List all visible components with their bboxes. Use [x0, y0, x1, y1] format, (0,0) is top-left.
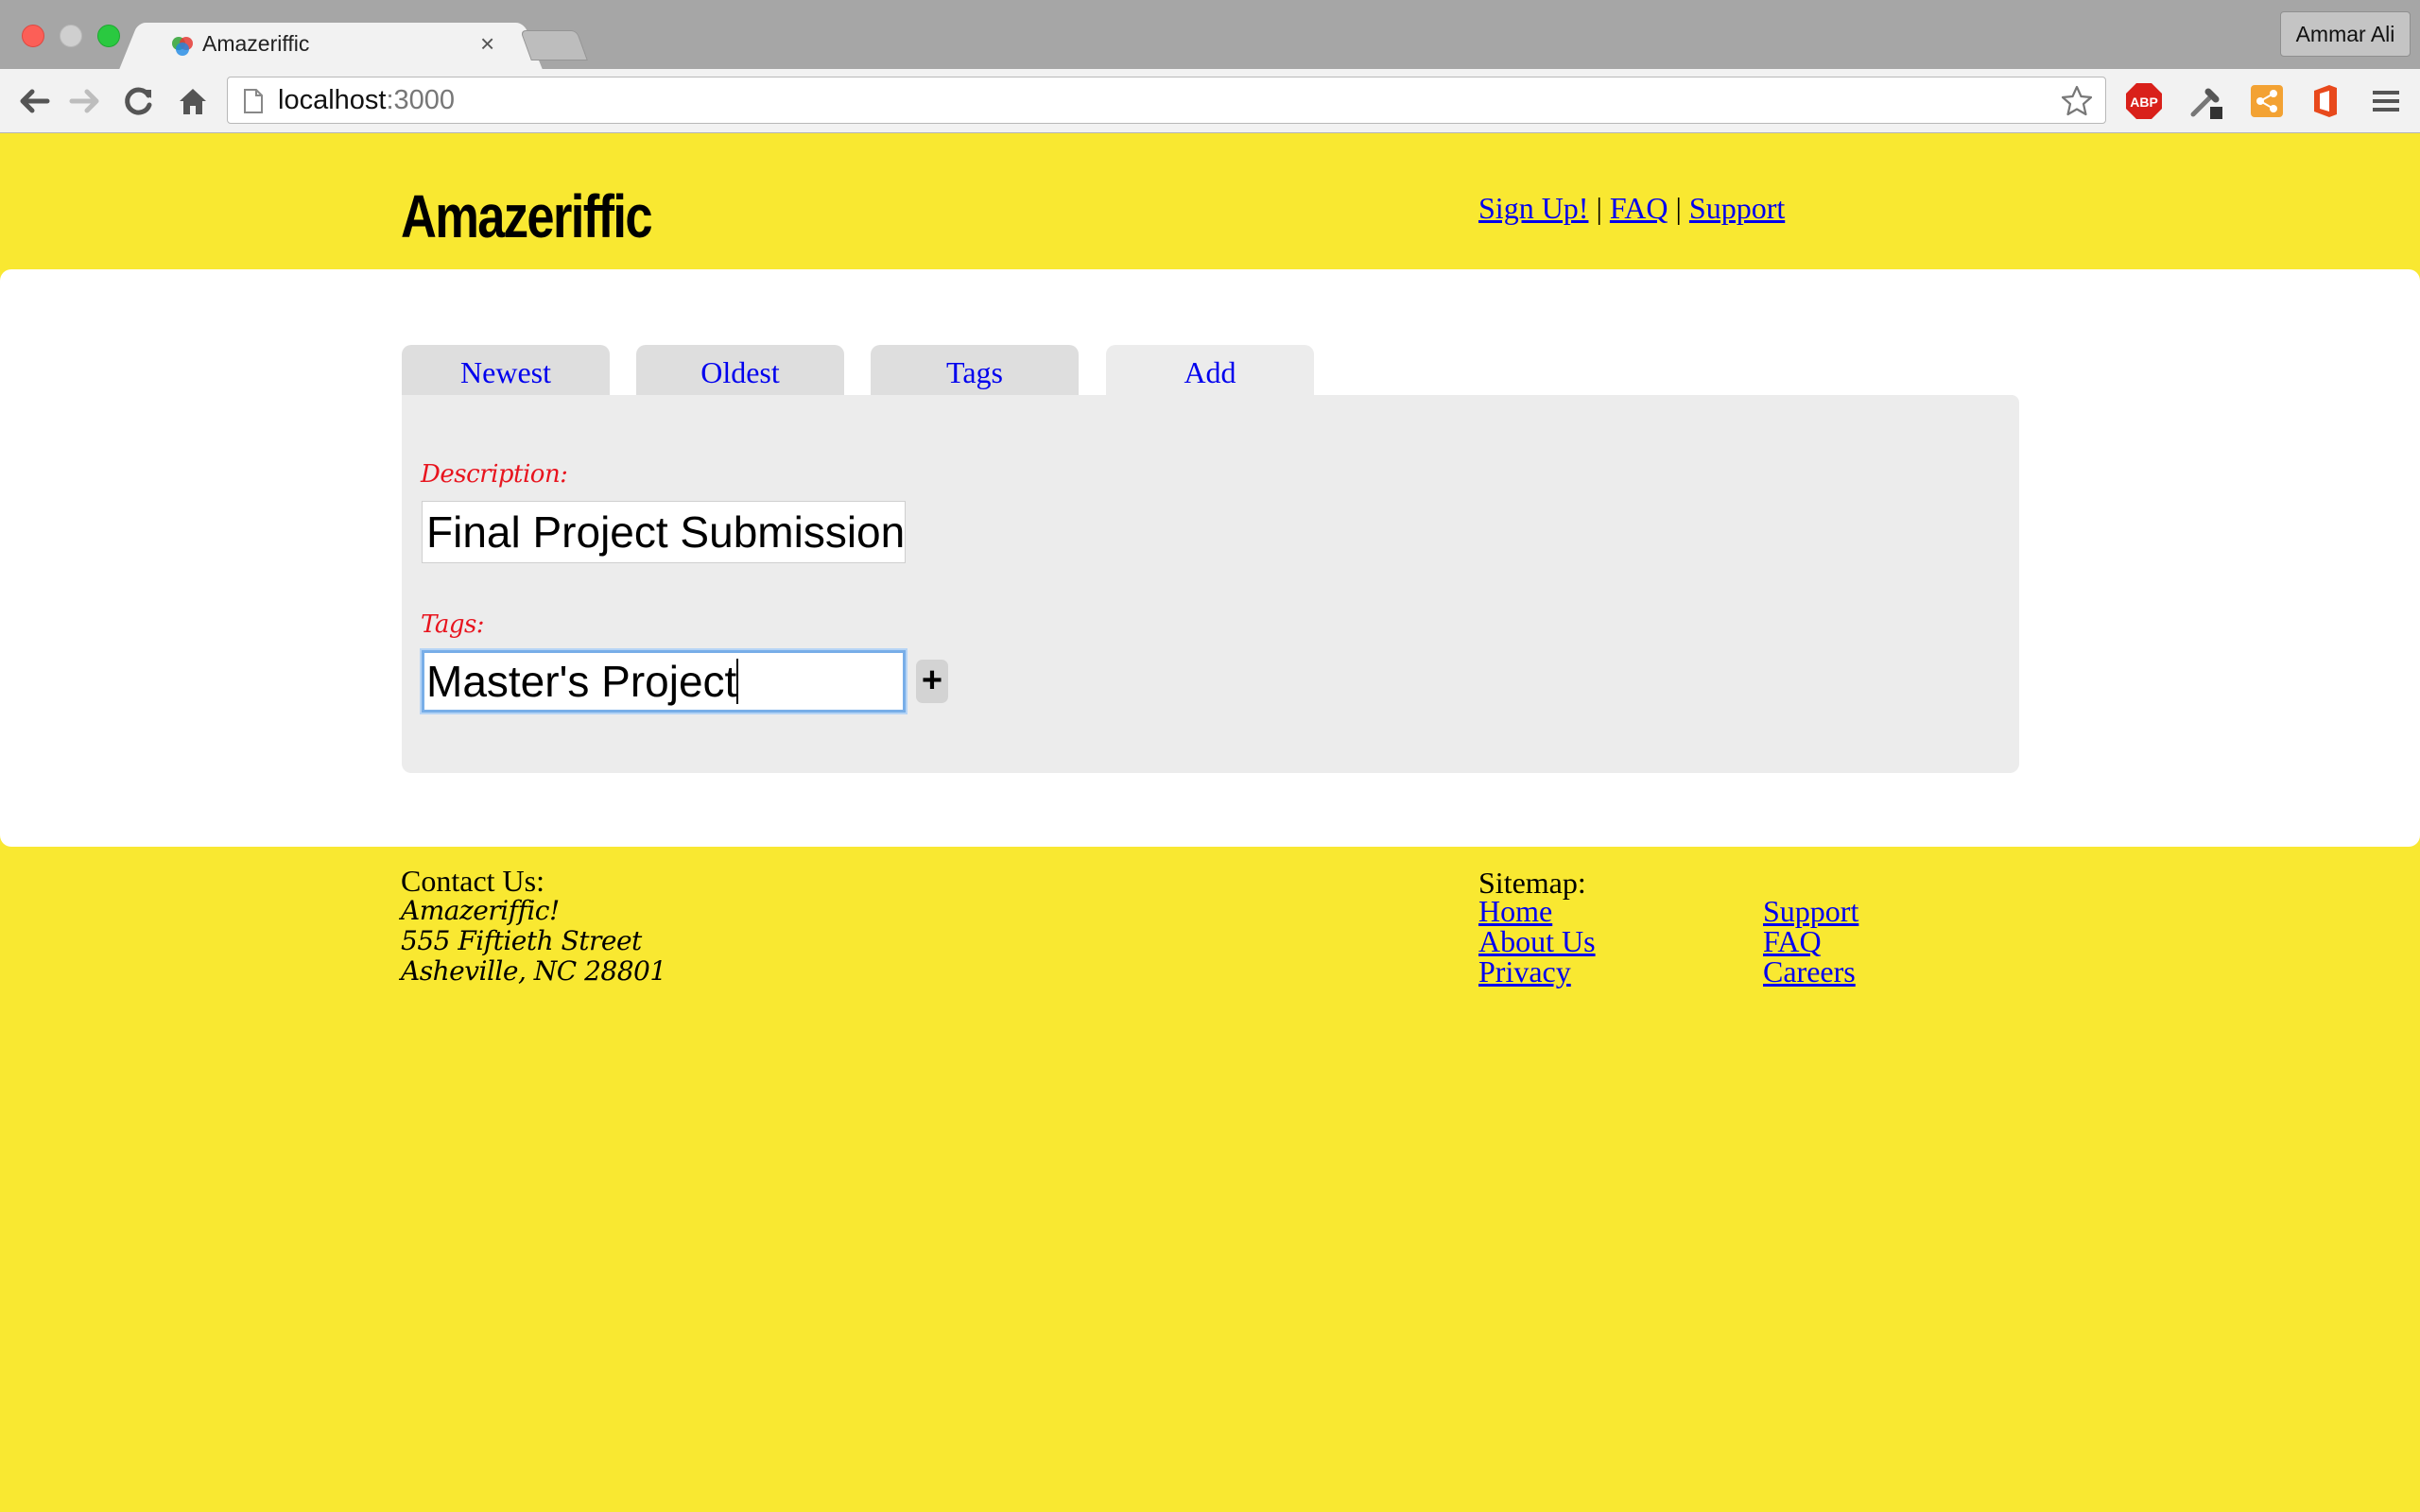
window-close-button[interactable]	[22, 25, 44, 47]
top-nav: Sign Up! | FAQ | Support	[1478, 191, 1785, 226]
browser-tab-title: Amazeriffic	[202, 31, 310, 56]
sitemap-link-about[interactable]: About Us	[1478, 926, 1724, 956]
tags-value: Master's Project	[426, 657, 737, 706]
add-todo-panel: Description: Final Project Submission Ta…	[402, 395, 2019, 773]
sitemap-link-privacy[interactable]: Privacy	[1478, 956, 1724, 987]
support-link[interactable]: Support	[1689, 191, 1785, 225]
page-body: Amazeriffic Sign Up! | FAQ | Support New…	[0, 134, 2420, 1512]
contact-block: Contact Us: Amazeriffic! 555 Fiftieth St…	[401, 866, 666, 987]
faq-link[interactable]: FAQ	[1610, 191, 1668, 225]
contact-line: Asheville, NC 28801	[401, 955, 666, 987]
home-icon[interactable]	[174, 84, 212, 118]
browser-toolbar: localhost:3000 ABP	[0, 69, 2420, 133]
text-caret	[736, 659, 739, 704]
page-icon	[244, 89, 263, 113]
back-arrow-icon[interactable]	[15, 84, 53, 118]
sitemap-link-careers[interactable]: Careers	[1763, 956, 1952, 987]
office-icon[interactable]	[2307, 82, 2344, 120]
add-tag-button[interactable]: +	[916, 660, 948, 703]
forward-arrow-icon[interactable]	[66, 84, 104, 118]
adblock-icon[interactable]: ABP	[2125, 82, 2163, 120]
contact-title: Contact Us:	[401, 864, 544, 898]
eyedropper-icon[interactable]	[2187, 82, 2225, 120]
share-extension-icon[interactable]	[2248, 82, 2286, 120]
svg-text:ABP: ABP	[2130, 94, 2158, 110]
tab-newest[interactable]: Newest	[402, 345, 610, 396]
tab-close-icon[interactable]: ×	[480, 29, 494, 59]
browser-tab-active[interactable]	[142, 23, 520, 70]
sitemap-link-support[interactable]: Support	[1763, 896, 1952, 926]
signup-link[interactable]: Sign Up!	[1478, 191, 1588, 225]
menu-icon[interactable]	[2367, 82, 2405, 120]
bookmark-star-icon[interactable]	[2060, 84, 2094, 118]
browser-titlebar: Amazeriffic × Ammar Ali	[0, 0, 2420, 70]
app-favicon-icon	[172, 37, 193, 56]
sitemap-link-home[interactable]: Home	[1478, 896, 1724, 926]
contact-line: 555 Fiftieth Street	[401, 925, 642, 956]
window-zoom-button[interactable]	[97, 25, 120, 47]
tags-input[interactable]: Master's Project	[422, 650, 906, 713]
profile-button[interactable]: Ammar Ali	[2280, 11, 2411, 57]
tab-add[interactable]: Add	[1106, 345, 1314, 396]
description-input[interactable]: Final Project Submission	[422, 501, 906, 563]
sitemap-column: Support FAQ Careers	[1763, 896, 1952, 987]
description-label: Description:	[421, 460, 568, 489]
nav-separator: |	[1596, 191, 1602, 225]
reload-icon[interactable]	[120, 84, 158, 118]
description-value: Final Project Submission	[426, 507, 906, 557]
site-logo: Amazeriffic	[401, 182, 652, 250]
url-text[interactable]: localhost:3000	[278, 85, 455, 116]
window-minimize-button[interactable]	[60, 25, 82, 47]
tab-tags[interactable]: Tags	[871, 345, 1079, 396]
tags-label: Tags:	[421, 610, 485, 639]
nav-separator: |	[1675, 191, 1682, 225]
sitemap-link-faq[interactable]: FAQ	[1763, 926, 1952, 956]
tab-oldest[interactable]: Oldest	[636, 345, 844, 396]
address-bar[interactable]: localhost:3000	[227, 77, 2106, 124]
sitemap: Sitemap: Home About Us Privacy Support F…	[1478, 866, 1858, 987]
sitemap-column: Home About Us Privacy	[1478, 896, 1724, 987]
contact-line: Amazeriffic!	[401, 895, 560, 926]
new-tab-button[interactable]	[520, 30, 588, 60]
